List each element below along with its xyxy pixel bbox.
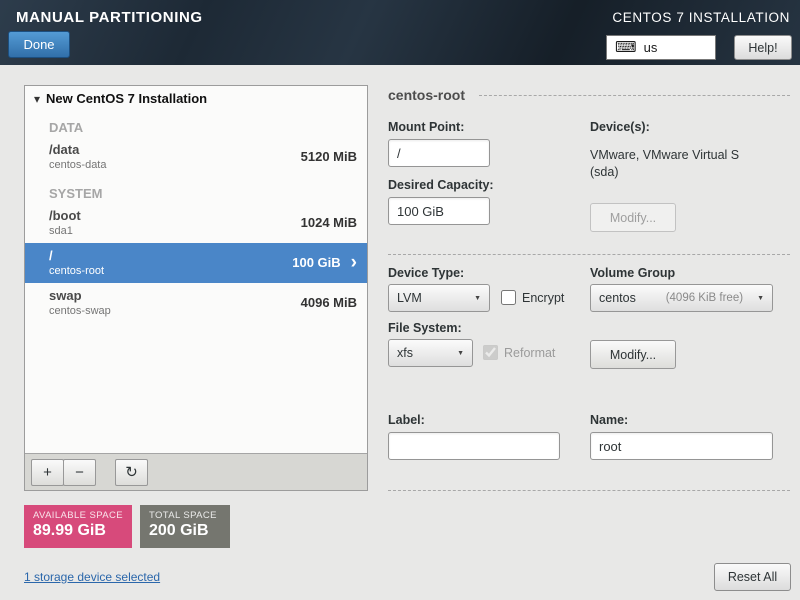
volume-group-dropdown[interactable]: centos (4096 KiB free) ▼ [590, 284, 773, 312]
partition-info: swap centos-swap [49, 288, 301, 317]
title-separator [479, 94, 790, 96]
devices-value-line2: (sda) [590, 165, 619, 179]
partition-list-panel: ▾ New CentOS 7 Installation DATA /data c… [24, 85, 368, 491]
available-space-value: 89.99 GiB [33, 522, 106, 539]
page-title: MANUAL PARTITIONING [16, 9, 203, 26]
file-system-value: xfs [397, 346, 413, 360]
encrypt-checkbox-input[interactable] [501, 290, 516, 305]
volume-group-free-space: (4096 KiB free) [665, 292, 744, 304]
available-space-label: AVAILABLE SPACE [33, 510, 123, 521]
desired-capacity-label: Desired Capacity: [388, 178, 494, 192]
total-space-box: TOTAL SPACE 200 GiB [139, 505, 230, 548]
manual-partitioning-screen: MANUAL PARTITIONING CENTOS 7 INSTALLATIO… [0, 0, 800, 600]
section-label-data: DATA [49, 120, 84, 135]
partition-info: /boot sda1 [49, 208, 301, 237]
refresh-icon: ↻ [125, 463, 138, 481]
main-content: ▾ New CentOS 7 Installation DATA /data c… [0, 65, 800, 600]
partition-row-root-selected[interactable]: / centos-root 100 GiB › [25, 243, 367, 283]
partition-details-panel: centos-root Mount Point: Device(s): VMwa… [388, 85, 790, 565]
keyboard-layout-label: us [643, 40, 658, 55]
devices-label: Device(s): [590, 120, 650, 134]
file-system-dropdown[interactable]: xfs ▼ [388, 339, 473, 367]
tree-root-item[interactable]: ▾ New CentOS 7 Installation [25, 86, 367, 111]
label-label: Label: [388, 413, 425, 427]
add-partition-button[interactable]: + [31, 458, 64, 486]
device-type-dropdown[interactable]: LVM ▼ [388, 284, 490, 312]
available-space-box: AVAILABLE SPACE 89.99 GiB [24, 505, 132, 548]
devices-value: VMware, VMware Virtual S (sda) [590, 147, 739, 181]
name-label: Name: [590, 413, 629, 427]
mount-point: / [49, 248, 53, 263]
reset-all-button[interactable]: Reset All [714, 563, 791, 591]
modify-volume-group-button[interactable]: Modify... [590, 340, 676, 369]
partition-row-data[interactable]: /data centos-data 5120 MiB [25, 137, 367, 177]
device-name: sda1 [49, 225, 73, 237]
separator [388, 490, 790, 491]
partition-row-swap[interactable]: swap centos-swap 4096 MiB [25, 283, 367, 323]
device-type-value: LVM [397, 291, 422, 305]
mount-point-label: Mount Point: [388, 120, 465, 134]
mount-point-input[interactable] [388, 139, 490, 167]
device-name: centos-data [49, 159, 107, 171]
partition-size: 100 GiB [292, 255, 341, 270]
name-input[interactable] [590, 432, 773, 460]
encrypt-label: Encrypt [522, 290, 565, 305]
volume-group-value: centos [599, 291, 636, 305]
dropdown-arrow-icon: ▼ [757, 294, 764, 302]
modify-device-button[interactable]: Modify... [590, 203, 676, 232]
label-input[interactable] [388, 432, 560, 460]
mount-point: swap [49, 288, 82, 303]
tree-root-label: New CentOS 7 Installation [46, 91, 208, 106]
reload-button[interactable]: ↻ [115, 458, 148, 486]
partition-size: 1024 MiB [300, 215, 357, 230]
space-summary: AVAILABLE SPACE 89.99 GiB TOTAL SPACE 20… [24, 505, 230, 548]
file-system-label: File System: [388, 321, 462, 335]
total-space-label: TOTAL SPACE [148, 510, 217, 521]
separator [388, 254, 790, 255]
help-button[interactable]: Help! [734, 35, 792, 60]
reformat-checkbox-input[interactable] [483, 345, 498, 360]
remove-partition-button[interactable]: − [63, 458, 96, 486]
devices-value-line1: VMware, VMware Virtual S [590, 148, 740, 162]
total-space-value: 200 GiB [148, 522, 209, 539]
chevron-right-icon: › [350, 252, 357, 273]
partition-info: /data centos-data [49, 142, 301, 171]
partition-list: ▾ New CentOS 7 Installation DATA /data c… [25, 86, 367, 453]
header-bar: MANUAL PARTITIONING CENTOS 7 INSTALLATIO… [0, 0, 800, 65]
product-title: CENTOS 7 INSTALLATION [612, 10, 790, 25]
volume-group-label: Volume Group [590, 266, 676, 280]
partition-row-boot[interactable]: /boot sda1 1024 MiB [25, 203, 367, 243]
keyboard-layout-indicator[interactable]: ⌨ us [606, 35, 716, 60]
dropdown-arrow-icon: ▼ [457, 349, 464, 357]
keyboard-icon: ⌨ [615, 39, 637, 56]
partition-info: / centos-root [49, 248, 292, 277]
mount-point: /data [49, 142, 80, 157]
dropdown-arrow-icon: ▼ [474, 294, 481, 302]
plus-icon: + [43, 463, 52, 481]
mount-point: /boot [49, 208, 81, 223]
storage-device-link[interactable]: 1 storage device selected [24, 570, 160, 584]
encrypt-checkbox[interactable]: Encrypt [501, 290, 564, 305]
minus-icon: − [75, 463, 84, 481]
details-title: centos-root [388, 87, 465, 103]
reformat-label: Reformat [504, 345, 556, 360]
desired-capacity-input[interactable] [388, 197, 490, 225]
done-button[interactable]: Done [8, 31, 70, 58]
partition-size: 5120 MiB [300, 149, 357, 164]
expander-down-icon: ▾ [34, 91, 41, 106]
device-name: centos-swap [49, 305, 111, 317]
device-type-label: Device Type: [388, 266, 465, 280]
reformat-checkbox[interactable]: Reformat [483, 345, 555, 360]
device-name: centos-root [49, 265, 105, 277]
partition-size: 4096 MiB [300, 295, 357, 310]
partition-toolbar: + − ↻ [25, 453, 367, 490]
details-title-row: centos-root [388, 87, 790, 103]
section-label-system: SYSTEM [49, 186, 103, 201]
